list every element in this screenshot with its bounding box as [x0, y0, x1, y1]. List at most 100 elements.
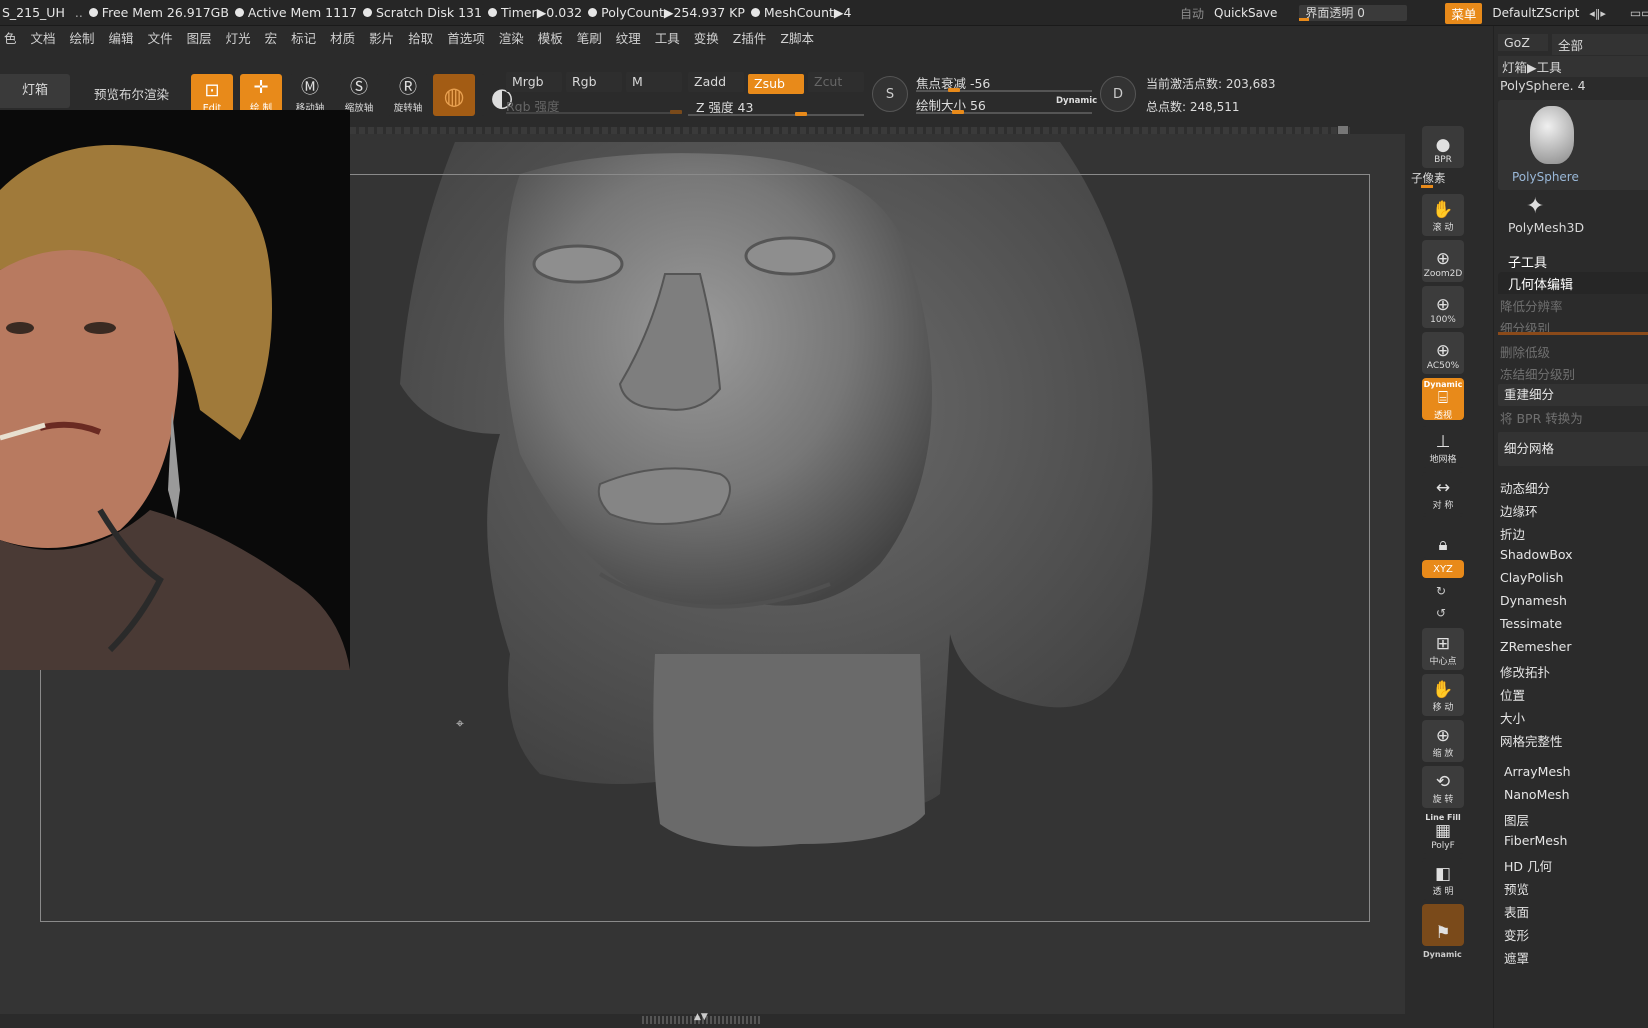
perspective-button[interactable]: Dynamic ⌸ 透视 [1422, 378, 1464, 421]
claypolish-item[interactable]: ClayPolish [1500, 570, 1563, 585]
zoom2d-button[interactable]: ⊕ Zoom2D [1422, 240, 1464, 282]
move-view-button[interactable]: ✋ 移 动 [1422, 674, 1464, 716]
center-point-button[interactable]: ⊞ 中心点 [1422, 628, 1464, 670]
bottom-toggle-icon[interactable]: ▲▼ [694, 1012, 708, 1022]
ac50-button[interactable]: ⊕ AC50% [1422, 332, 1464, 374]
stroke-d-icon[interactable]: D [1100, 76, 1136, 112]
preview-item[interactable]: 预览 [1504, 879, 1529, 898]
freeze-subdiv-button[interactable]: 冻结细分级别 [1500, 364, 1575, 383]
solo-button[interactable]: ⚑ [1422, 904, 1464, 946]
rgb-intensity-knob[interactable] [670, 110, 682, 114]
z-rotate-icon[interactable]: ↺ [1436, 606, 1446, 620]
floor-button[interactable]: ⊥ 地网格 [1422, 426, 1464, 468]
stroke-s-icon[interactable]: S [872, 76, 908, 112]
layers-item[interactable]: 图层 [1504, 810, 1529, 829]
menu-preferences[interactable]: 首选项 [447, 28, 485, 47]
rgb-button[interactable]: Rgb [566, 72, 622, 92]
menu-stencil[interactable]: 模板 [538, 28, 563, 47]
menu-movie[interactable]: 影片 [369, 28, 394, 47]
focal-shift-knob[interactable] [948, 88, 960, 92]
preview-bpr-button[interactable]: 预览布尔渲染 [94, 84, 169, 103]
subtool-header[interactable]: 子工具 [1508, 252, 1547, 271]
menu-edit[interactable]: 编辑 [109, 28, 134, 47]
polysphere-thumbnail[interactable]: PolySphere [1498, 100, 1648, 190]
masking-item[interactable]: 遮罩 [1504, 948, 1529, 967]
lock-button[interactable]: 🔒︎ [1422, 516, 1464, 558]
actual-size-button[interactable]: ⊕ 100% [1422, 286, 1464, 328]
local-rotate-icon[interactable]: ↻ [1436, 584, 1446, 598]
m-button[interactable]: M [626, 72, 682, 92]
ui-transparency-slider[interactable]: 界面透明 0 [1299, 5, 1408, 21]
material-swatch[interactable]: ◍ [433, 74, 475, 116]
window-control-icon[interactable]: ▭▭ [1630, 6, 1648, 20]
menu-texture[interactable]: 纹理 [616, 28, 641, 47]
quicksave-button[interactable]: QuickSave [1214, 6, 1277, 20]
default-zscript-button[interactable]: DefaultZScript [1492, 6, 1579, 20]
menu-render[interactable]: 渲染 [499, 28, 524, 47]
size-item[interactable]: 大小 [1500, 708, 1525, 727]
hd-geometry-item[interactable]: HD 几何 [1504, 856, 1552, 875]
polymesh3d-label[interactable]: PolyMesh3D [1508, 220, 1584, 235]
menu-layer[interactable]: 图层 [187, 28, 212, 47]
crease-item[interactable]: 折边 [1500, 524, 1525, 543]
menu-zplugin[interactable]: Z插件 [733, 28, 767, 47]
deformation-item[interactable]: 变形 [1504, 925, 1529, 944]
divide-button[interactable]: 细分网格 [1498, 432, 1648, 466]
zremesher-item[interactable]: ZRemesher [1500, 639, 1572, 654]
dynamic-toggle[interactable]: Dynamic [1056, 96, 1097, 106]
polyframe-button[interactable]: Line Fill ▦ PolyF [1422, 812, 1464, 854]
menu-transform[interactable]: 变换 [694, 28, 719, 47]
zcut-button[interactable]: Zcut [808, 72, 864, 92]
star-icon[interactable]: ✦ [1526, 194, 1544, 219]
symmetry-button[interactable]: ↔ 对 称 [1422, 472, 1464, 514]
transparency-button[interactable]: ◧ 透 明 [1422, 858, 1464, 900]
lightbox-tool-button[interactable]: 灯箱▶工具 [1498, 56, 1648, 77]
edgeloop-item[interactable]: 边缘环 [1500, 501, 1538, 520]
xyz-button[interactable]: XYZ [1422, 560, 1464, 578]
all-button[interactable]: 全部 [1552, 34, 1648, 55]
zsub-button[interactable]: Zsub [748, 74, 804, 94]
menu-button[interactable]: 菜单 [1445, 2, 1483, 24]
reconstruct-subdiv-button[interactable]: 重建细分 [1498, 384, 1648, 406]
menu-zscript[interactable]: Z脚本 [780, 28, 814, 47]
modify-topology-item[interactable]: 修改拓扑 [1500, 662, 1550, 681]
tessimate-item[interactable]: Tessimate [1500, 616, 1562, 631]
arraymesh-item[interactable]: ArrayMesh [1504, 764, 1571, 779]
nanomesh-item[interactable]: NanoMesh [1504, 787, 1570, 802]
menu-marker[interactable]: 标记 [291, 28, 316, 47]
menu-picker[interactable]: 拾取 [408, 28, 433, 47]
menu-stroke[interactable]: 笔刷 [577, 28, 602, 47]
position-item[interactable]: 位置 [1500, 685, 1525, 704]
subpixel-knob[interactable] [1421, 185, 1433, 188]
lightbox-button[interactable]: 灯箱 [0, 74, 70, 108]
lower-res-button[interactable]: 降低分辨率 [1500, 296, 1563, 315]
rotate-button[interactable]: Ⓡ 旋转轴 [387, 74, 429, 116]
menu-material[interactable]: 材质 [330, 28, 355, 47]
z-intensity-knob[interactable] [795, 112, 807, 116]
layout-icon[interactable]: ◂‖▸ [1589, 7, 1606, 20]
scroll-button[interactable]: ✋ 滚 动 [1422, 194, 1464, 236]
bpr-convert-button[interactable]: 将 BPR 转换为 [1500, 408, 1583, 427]
menu-document[interactable]: 文档 [31, 28, 56, 47]
zadd-button[interactable]: Zadd [688, 72, 744, 92]
goz-button[interactable]: GoZ [1498, 34, 1548, 51]
menu-color[interactable]: 色 [4, 28, 17, 47]
menu-file[interactable]: 文件 [148, 28, 173, 47]
delete-lower-button[interactable]: 删除低级 [1500, 342, 1550, 361]
mrgb-button[interactable]: Mrgb [506, 72, 562, 92]
fibermesh-item[interactable]: FiberMesh [1504, 833, 1567, 848]
ruler-handle[interactable] [1338, 126, 1348, 134]
bpr-button[interactable]: ● BPR [1422, 126, 1464, 168]
reference-image[interactable] [0, 110, 350, 670]
menu-draw[interactable]: 绘制 [70, 28, 95, 47]
draw-size-knob[interactable] [952, 110, 964, 114]
surface-item[interactable]: 表面 [1504, 902, 1529, 921]
subpixel-slider[interactable]: 子像素 [1411, 170, 1446, 186]
zoom-view-button[interactable]: ⊕ 缩 放 [1422, 720, 1464, 762]
dynamesh-item[interactable]: Dynamesh [1500, 593, 1567, 608]
menu-light[interactable]: 灯光 [226, 28, 251, 47]
dynamic-subdiv-item[interactable]: 动态细分 [1500, 478, 1550, 497]
geometry-header[interactable]: 几何体编辑 [1508, 274, 1573, 293]
rotate-view-button[interactable]: ⟲ 旋 转 [1422, 766, 1464, 808]
mesh-integrity-item[interactable]: 网格完整性 [1500, 731, 1563, 750]
